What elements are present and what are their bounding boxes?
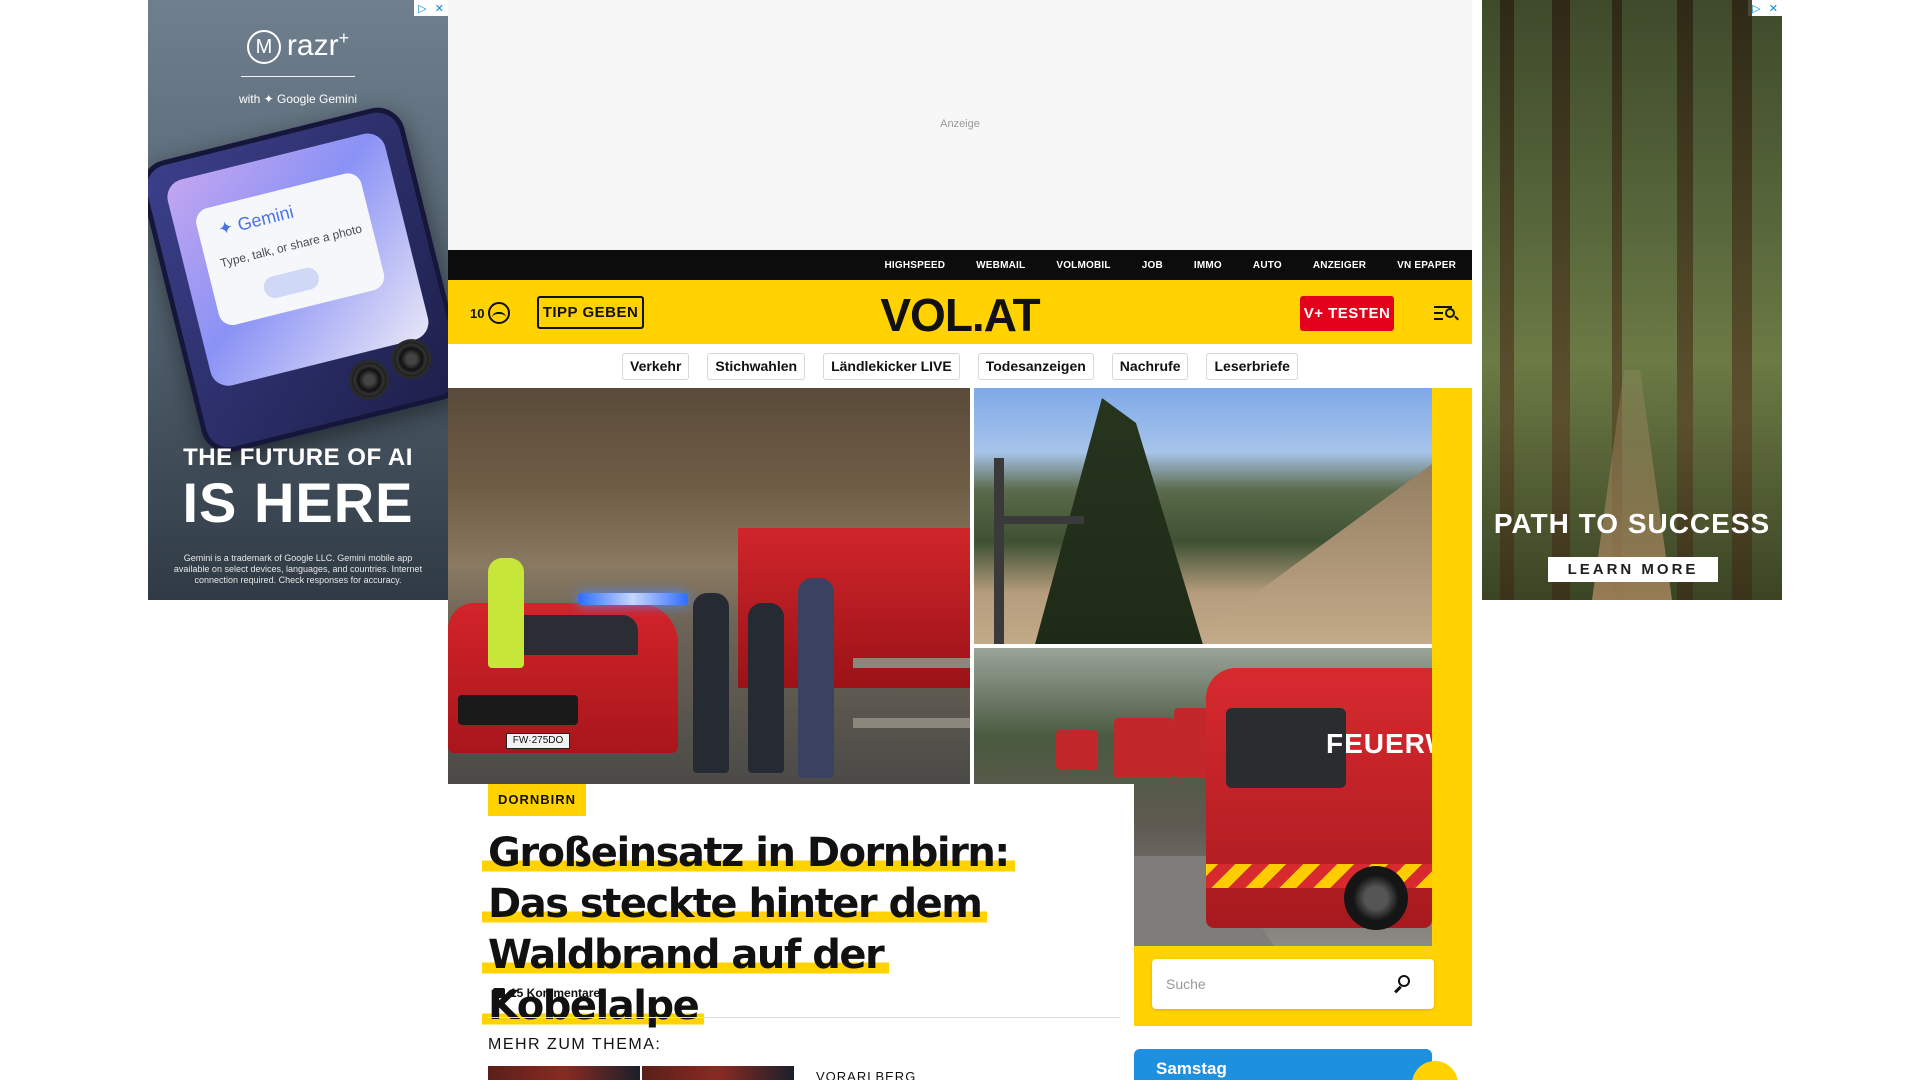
ad-headline-2: IS HERE [182,471,414,534]
hero-image-main[interactable]: FW·275DO [448,388,970,784]
ad-label: Anzeige [940,118,980,130]
util-link-vn-epaper[interactable]: VN EPAPER [1397,260,1456,271]
fire-truck-small [1056,730,1098,770]
related-thumbnail[interactable] [488,1066,640,1080]
blue-lights [578,593,688,605]
firefighter [488,558,524,668]
top-ad-slot[interactable]: Anzeige [448,0,1472,250]
cross-beam [994,516,1084,524]
ad-divider [241,76,355,77]
van-wheel [1344,866,1408,930]
topic-nav: Verkehr Stichwahlen Ländlekicker LIVE To… [448,344,1472,388]
tipp-geben-button[interactable]: TIPP GEBEN [537,296,644,329]
search-icon[interactable] [1394,975,1412,994]
util-link-auto[interactable]: AUTO [1253,260,1282,271]
search-box [1152,959,1434,1009]
burnt-slope [1154,448,1432,644]
util-link-immo[interactable]: IMMO [1194,260,1222,271]
topic-pill-laendlekicker[interactable]: Ländlekicker LIVE [823,352,960,380]
sun-icon [1412,1061,1458,1080]
site-logo[interactable]: VOL.AT [880,289,1040,341]
ad-left[interactable]: ▷ ✕ Mrazr+ with ✦ Google Gemini ✦ Gemini … [148,0,448,600]
topic-pill-stichwahlen[interactable]: Stichwahlen [707,352,806,380]
learn-more-button[interactable]: LEARN MORE [1548,557,1718,582]
search-input[interactable] [1166,959,1386,1009]
vplus-testen-button[interactable]: V+ TESTEN [1300,296,1394,331]
motorola-logo-icon: M [246,30,281,65]
license-plate: FW·275DO [506,733,570,749]
comments-link[interactable]: 15 Kommentare [493,986,601,1002]
lead-article: DORNBIRN Großeinsatz in Dornbirn: Das st… [448,784,1134,1080]
site-header: 10 TIPP GEBEN VOL.AT V+ TESTEN [448,280,1472,344]
util-link-anzeiger[interactable]: ANZEIGER [1313,260,1366,271]
util-link-highspeed[interactable]: HIGHSPEED [884,260,945,271]
topic-pill-leserbriefe[interactable]: Leserbriefe [1206,352,1298,380]
weather-icon [488,302,511,324]
divider [488,1017,1120,1018]
util-link-job[interactable]: JOB [1142,260,1163,271]
comments-count: 15 Kommentare [510,986,601,1000]
temperature: 10 [470,305,485,321]
gemini-card: ✦ Gemini Type, talk, or share a photo [193,170,388,328]
fire-truck: FW·275DO [448,603,678,753]
cross-pole [994,458,1004,644]
fire-truck-small [1114,718,1174,778]
phone-image: ✦ Gemini Type, talk, or share a photo [148,101,448,459]
article-headline[interactable]: Großeinsatz in Dornbirn: Das steckte hin… [482,828,1098,1032]
weather-day: Samstag [1156,1059,1227,1078]
camera-lens-icon [344,355,394,405]
topic-pill-nachrufe[interactable]: Nachrufe [1111,352,1189,380]
yellow-accent [1432,388,1472,1026]
util-link-webmail[interactable]: WEBMAIL [976,260,1025,271]
hero-image-forest[interactable] [974,388,1432,644]
adchoices-icon[interactable]: ▷ ✕ [1748,0,1782,16]
ad-brand-logo: Mrazr+ [148,28,448,65]
firefighter [798,578,834,778]
ad-right[interactable]: ▷ ✕ PATH TO SUCCESS LEARN MORE [1482,0,1782,600]
util-link-volmobil[interactable]: VOLMOBIL [1056,260,1110,271]
menu-search-icon[interactable] [1434,304,1459,322]
guard-rail [853,658,970,728]
weather-widget[interactable]: Samstag [1134,1049,1458,1080]
gemini-label: ✦ Gemini [215,201,296,240]
ad-fine-print: Gemini is a trademark of Google LLC. Gem… [173,553,423,585]
related-thumbnail[interactable] [642,1066,794,1080]
topic-pill-todesanzeigen[interactable]: Todesanzeigen [977,352,1094,380]
topic-pill-verkehr[interactable]: Verkehr [622,352,690,380]
related-category[interactable]: VORARLBERG [816,1069,916,1080]
van-lettering: FEUERW [1326,728,1432,759]
firefighter [748,603,784,773]
gemini-mic-pill [261,265,322,301]
firefighter [693,593,729,773]
category-tag[interactable]: DORNBIRN [488,784,587,816]
ad-subline: with ✦ Google Gemini [238,92,358,106]
adchoices-icon[interactable]: ▷ ✕ [414,0,448,16]
ad-headline: PATH TO SUCCESS [1493,508,1771,539]
weather-button[interactable]: 10 [470,302,511,324]
related-heading: MEHR ZUM THEMA: [488,1036,662,1053]
ad-headline-1: THE FUTURE OF AI [183,444,413,471]
comment-icon [493,988,505,1002]
utility-nav: HIGHSPEED WEBMAIL VOLMOBIL JOB IMMO AUTO… [448,250,1472,280]
